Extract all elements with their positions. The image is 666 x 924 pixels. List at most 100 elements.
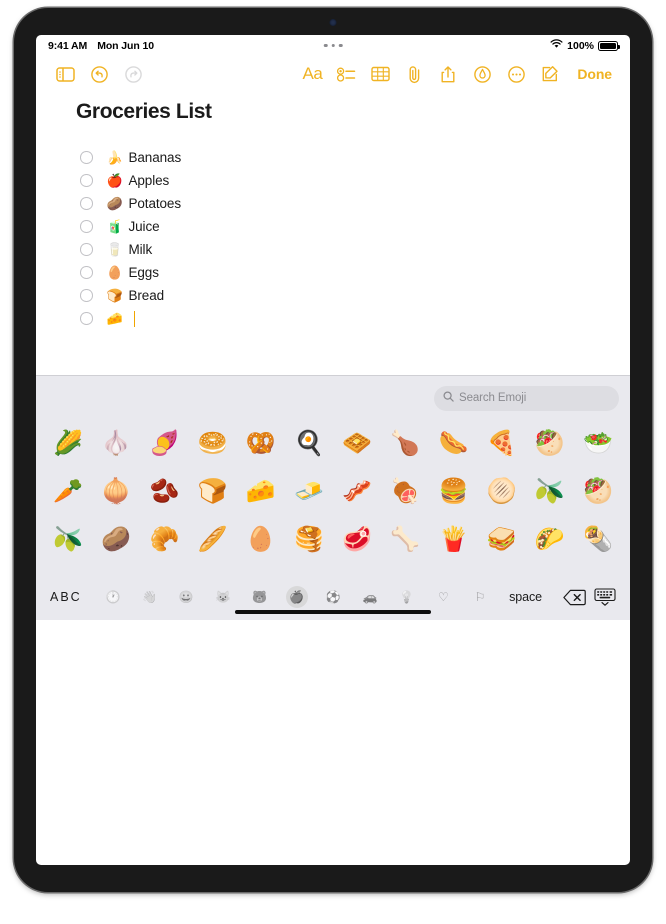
category-flags-icon[interactable]: ⚐ (469, 586, 491, 608)
table-icon[interactable] (363, 59, 397, 89)
checklist-checkbox[interactable] (80, 243, 93, 256)
flatbread-emoji[interactable]: 🫓 (478, 480, 526, 504)
bagel-emoji[interactable]: 🥯 (189, 432, 237, 456)
more-ellipsis-icon[interactable] (499, 59, 533, 89)
croissant-emoji[interactable]: 🥐 (140, 528, 188, 552)
redo-icon[interactable] (116, 59, 150, 89)
note-title[interactable]: Groceries List (36, 100, 630, 124)
falafel-emoji[interactable]: 🫒 (526, 480, 574, 504)
burrito-emoji[interactable]: 🌯 (574, 528, 622, 552)
hot-dog-emoji[interactable]: 🌭 (429, 432, 477, 456)
markup-pen-icon[interactable] (465, 59, 499, 89)
bacon-emoji[interactable]: 🥓 (333, 480, 381, 504)
stuffed-pita-emoji[interactable]: 🥙 (574, 480, 622, 504)
text-cursor (133, 310, 136, 327)
checklist: 🍌 Bananas 🍎 Apples 🥔 Potatoes 🧃 Juice 🥛 Milk 🥚 Eggs… (36, 146, 630, 330)
category-objects-icon[interactable]: 💡 (396, 586, 418, 608)
roasted-sweet-potato-emoji[interactable]: 🍠 (140, 432, 188, 456)
meat-on-bone-emoji[interactable]: 🍖 (381, 480, 429, 504)
paperclip-icon[interactable] (397, 59, 431, 89)
green-salad-emoji[interactable]: 🥗 (574, 432, 622, 456)
sandwich-emoji[interactable]: 🥪 (478, 528, 526, 552)
checklist-item[interactable]: 🥚 Eggs (80, 261, 630, 284)
undo-icon[interactable] (82, 59, 116, 89)
category-people-icon[interactable]: 👋 (139, 586, 161, 608)
status-bar-right: 100% (550, 39, 620, 52)
checklist-checkbox[interactable] (80, 197, 93, 210)
baguette-bread-emoji[interactable]: 🥖 (189, 528, 237, 552)
cheese-wedge-emoji[interactable]: 🧀 (237, 480, 285, 504)
text-format-icon[interactable]: Aa (295, 59, 329, 89)
category-food-icon[interactable]: 🍎 (285, 586, 308, 608)
checklist-checkbox[interactable] (80, 289, 93, 302)
juice-box-emoji: 🧃 (106, 219, 123, 234)
stuffed-flatbread-emoji[interactable]: 🥙 (526, 432, 574, 456)
butter-emoji[interactable]: 🧈 (285, 480, 333, 504)
potato-emoji: 🥔 (106, 196, 123, 211)
checklist-item[interactable]: 🍌 Bananas (80, 146, 630, 169)
banana-emoji: 🍌 (106, 150, 123, 165)
checklist-checkbox[interactable] (80, 266, 93, 279)
compose-icon[interactable] (533, 59, 567, 89)
checklist-item[interactable]: 🥛 Milk (80, 238, 630, 261)
checklist-checkbox[interactable] (80, 151, 93, 164)
delete-backspace-icon[interactable] (558, 589, 590, 606)
sidebar-toggle-icon[interactable] (48, 59, 82, 89)
status-date: Mon Jun 10 (97, 39, 154, 52)
screen: 9:41 AM Mon Jun 10 100% Aa Done Grocerie… (36, 35, 630, 865)
search-icon (443, 391, 454, 405)
checklist-checkbox[interactable] (80, 312, 93, 325)
waffle-emoji[interactable]: 🧇 (333, 432, 381, 456)
toolbar-right-group: Aa Done (295, 59, 618, 89)
emoji-search-input[interactable]: Search Emoji (434, 385, 619, 411)
category-activity-icon[interactable]: ⚽ (322, 586, 344, 608)
category-symbols-icon[interactable]: ♡ (432, 586, 454, 608)
checklist-item[interactable]: 🍎 Apples (80, 169, 630, 192)
egg-emoji[interactable]: 🥚 (237, 528, 285, 552)
checklist-item-label: Bananas (128, 150, 182, 165)
apple-emoji: 🍎 (106, 173, 123, 188)
front-camera-icon (329, 19, 337, 26)
checklist-icon[interactable] (329, 59, 363, 89)
checklist-item-label: Juice (128, 219, 160, 234)
poultry-leg-emoji[interactable]: 🍗 (381, 432, 429, 456)
bread-loaf-emoji[interactable]: 🍞 (189, 480, 237, 504)
status-time: 9:41 AM (48, 39, 88, 52)
category-animals-icon[interactable]: 😺 (212, 586, 234, 608)
checklist-item[interactable]: 🍞 Bread (80, 284, 630, 307)
category-travel-icon[interactable]: 🚗 (359, 586, 381, 608)
toolbar-left-group (48, 59, 150, 89)
share-icon[interactable] (431, 59, 465, 89)
hide-keyboard-icon[interactable] (590, 588, 620, 606)
carrot-emoji[interactable]: 🥕 (44, 480, 92, 504)
cut-of-meat-emoji[interactable]: 🥩 (333, 528, 381, 552)
hamburger-emoji[interactable]: 🍔 (429, 480, 477, 504)
multitasking-dots-icon[interactable] (323, 43, 343, 48)
checklist-checkbox[interactable] (80, 174, 93, 187)
potato-emoji[interactable]: 🥔 (92, 528, 140, 552)
taco-emoji[interactable]: 🌮 (526, 528, 574, 552)
french-fries-emoji[interactable]: 🍟 (429, 528, 477, 552)
done-button[interactable]: Done (567, 66, 618, 82)
garlic-emoji[interactable]: 🧄 (92, 432, 140, 456)
pancakes-emoji[interactable]: 🥞 (285, 528, 333, 552)
onion-emoji[interactable]: 🧅 (92, 480, 140, 504)
category-nature-icon[interactable]: 🐻 (249, 586, 271, 608)
pretzel-emoji[interactable]: 🥨 (237, 432, 285, 456)
checklist-item[interactable]: 🧀 (80, 307, 630, 330)
category-recent-icon[interactable]: 🕐 (102, 586, 124, 608)
checklist-checkbox[interactable] (80, 220, 93, 233)
corn-emoji[interactable]: 🌽 (44, 432, 92, 456)
space-button[interactable]: space (493, 590, 558, 604)
pizza-emoji[interactable]: 🍕 (478, 432, 526, 456)
cooking-fried-egg-emoji[interactable]: 🍳 (285, 432, 333, 456)
wifi-icon (550, 39, 563, 52)
category-smileys-icon[interactable]: 😀 (175, 586, 197, 608)
ginger-root-emoji[interactable]: 🫘 (140, 480, 188, 504)
olive-emoji[interactable]: 🫒 (44, 528, 92, 552)
bone-emoji[interactable]: 🦴 (381, 528, 429, 552)
emoji-row: 🌽 🧄 🍠 🥯 🥨 🍳 🧇 🍗 🌭 🍕 🥙 🥗 (44, 420, 622, 468)
checklist-item[interactable]: 🥔 Potatoes (80, 192, 630, 215)
checklist-item[interactable]: 🧃 Juice (80, 215, 630, 238)
abc-keyboard-button[interactable]: ABC (46, 590, 100, 604)
